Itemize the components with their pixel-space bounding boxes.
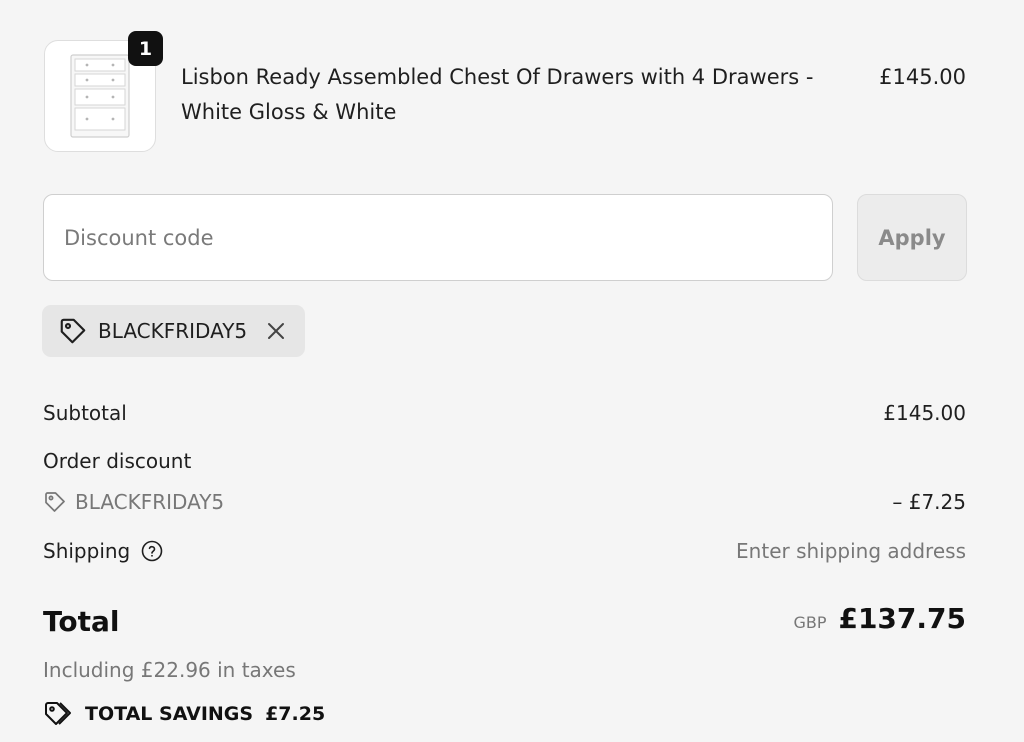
order-summary: 1 Lisbon Ready Assembled Chest Of Drawer… bbox=[0, 0, 1024, 742]
currency-code: GBP bbox=[793, 613, 827, 632]
order-discount-code: BLACKFRIDAY5 bbox=[43, 487, 224, 517]
total-savings: TOTAL SAVINGS £7.25 bbox=[43, 699, 325, 729]
tax-note: Including £22.96 in taxes bbox=[43, 658, 296, 682]
product-name: Lisbon Ready Assembled Chest Of Drawers … bbox=[181, 65, 814, 124]
apply-button[interactable]: Apply bbox=[857, 194, 967, 281]
order-discount-value: – £7.25 bbox=[892, 490, 966, 514]
total-amount: GBP £137.75 bbox=[793, 602, 966, 635]
product-price: £145.00 bbox=[879, 65, 966, 89]
applied-code-label: BLACKFRIDAY5 bbox=[98, 319, 248, 343]
question-circle-icon[interactable] bbox=[140, 539, 164, 563]
total-label: Total bbox=[43, 605, 120, 638]
shipping-label: Shipping bbox=[43, 539, 131, 563]
tag-icon bbox=[43, 490, 67, 514]
applied-discount-chip: BLACKFRIDAY5 bbox=[42, 305, 306, 357]
chest-of-drawers-image bbox=[70, 54, 130, 138]
savings-label: TOTAL SAVINGS bbox=[85, 703, 254, 725]
subtotal-label: Subtotal bbox=[43, 401, 127, 425]
shipping-value: Enter shipping address bbox=[736, 539, 966, 563]
subtotal-value: £145.00 bbox=[883, 401, 966, 425]
total-value: £137.75 bbox=[838, 602, 966, 635]
tags-icon bbox=[43, 700, 73, 728]
order-discount-label: Order discount bbox=[43, 449, 192, 473]
tag-icon bbox=[58, 316, 88, 346]
close-icon[interactable] bbox=[263, 318, 289, 344]
shipping-row-label: Shipping bbox=[43, 536, 164, 566]
quantity-badge: 1 bbox=[128, 31, 163, 66]
discount-code-input[interactable] bbox=[43, 194, 833, 281]
order-discount-code-label: BLACKFRIDAY5 bbox=[75, 490, 225, 514]
savings-value: £7.25 bbox=[265, 703, 326, 725]
